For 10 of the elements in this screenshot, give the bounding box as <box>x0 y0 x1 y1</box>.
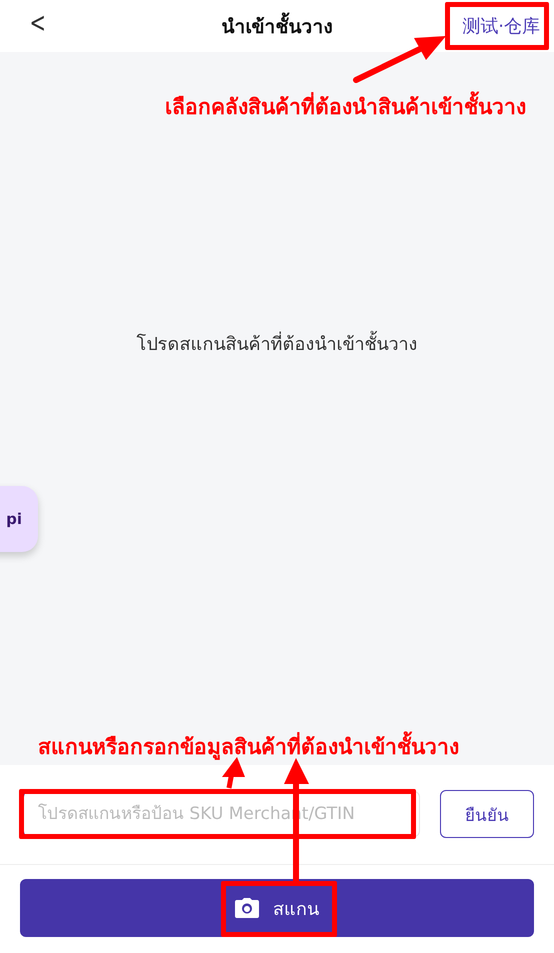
annotation-text: สแกนหรือกรอกข้อมูลสินค้าที่ต้องนำเข้าชั้นวาง <box>38 730 459 763</box>
page-title: นำเข้าชั้นวาง <box>222 11 332 41</box>
scan-button[interactable]: สแกน <box>20 879 534 937</box>
annotation-text: เลือกคลังสินค้าที่ต้องนำสินค้าเข้าชั้นวาง <box>165 90 526 123</box>
floating-button[interactable]: pi <box>0 486 38 552</box>
warehouse-selector[interactable]: 测试·仓库 <box>462 14 540 38</box>
back-button[interactable]: < <box>30 6 46 39</box>
camera-icon <box>235 898 259 918</box>
confirm-button[interactable]: ยืนยัน <box>440 790 534 838</box>
empty-message: โปรดสแกนสินค้าที่ต้องนำเข้าชั้นวาง <box>136 329 418 358</box>
